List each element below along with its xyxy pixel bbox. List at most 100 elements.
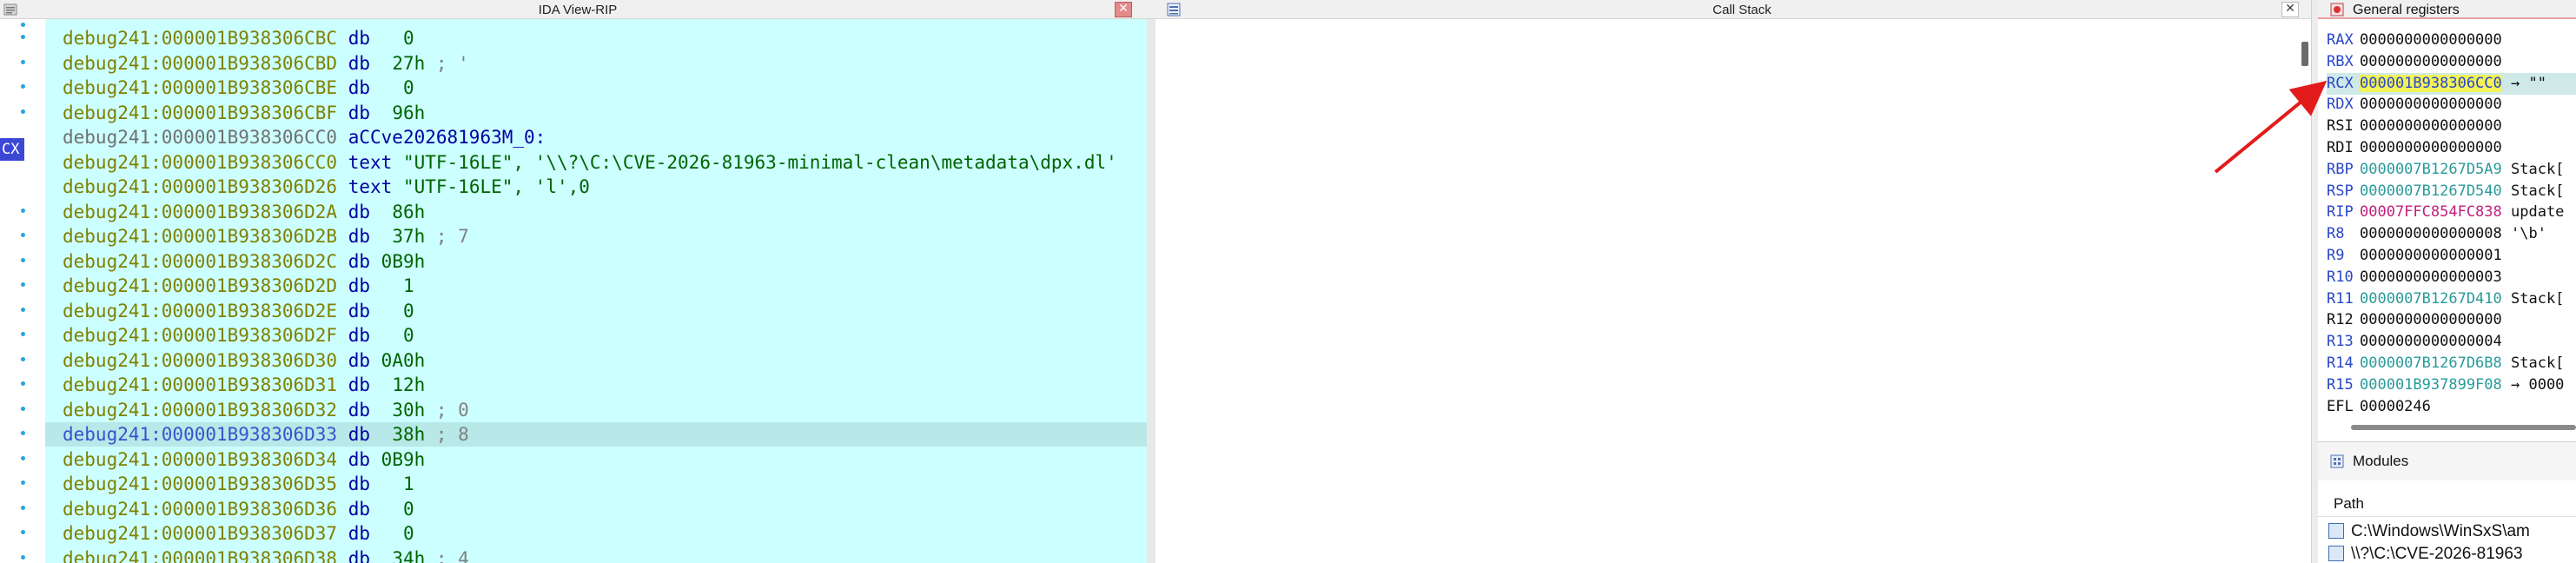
disassembly-line[interactable]: debug241:000001B938306D36 db 0 bbox=[45, 497, 1156, 521]
line-address[interactable]: debug241:000001B938306D30 bbox=[63, 350, 337, 371]
register-value[interactable]: 00000246 bbox=[2360, 398, 2431, 415]
line-address[interactable]: debug241:000001B938306D2D bbox=[63, 275, 337, 296]
line-address[interactable]: debug241:000001B938306D37 bbox=[63, 523, 337, 544]
register-value[interactable]: 0000000000000008 bbox=[2360, 225, 2502, 242]
breakpoint-dot-icon[interactable] bbox=[21, 381, 25, 386]
breakpoint-dot-icon[interactable] bbox=[21, 332, 25, 336]
line-address[interactable]: debug241:000001B938306CC0 bbox=[63, 152, 337, 173]
disassembly-line[interactable]: debug241:000001B938306CC0 text "UTF-16LE… bbox=[45, 150, 1156, 175]
register-row-r9[interactable]: R9 0000000000000001 bbox=[2327, 245, 2576, 267]
register-value[interactable]: 0000007B1267D540 bbox=[2360, 182, 2502, 200]
register-value[interactable]: 0000000000000000 bbox=[2360, 311, 2502, 328]
register-value[interactable]: 0000000000000000 bbox=[2360, 96, 2502, 113]
register-row-rdi[interactable]: RDI 0000000000000000 bbox=[2327, 137, 2576, 159]
module-row[interactable]: \\?\C:\CVE-2026-81963 bbox=[2328, 545, 2576, 563]
breakpoint-dot-icon[interactable] bbox=[21, 406, 25, 411]
line-address[interactable]: debug241:000001B938306D34 bbox=[63, 449, 337, 470]
register-row-r8[interactable]: R8 0000000000000008 '\b' bbox=[2327, 223, 2576, 245]
disassembly-line[interactable]: debug241:000001B938306D2A db 86h bbox=[45, 200, 1156, 224]
register-row-r14[interactable]: R14 0000007B1267D6B8 Stack[ bbox=[2327, 353, 2576, 374]
disassembly-line[interactable]: debug241:000001B938306CBC db 0 bbox=[45, 26, 1156, 50]
ida-view-titlebar[interactable]: IDA View-RIP ✕ bbox=[0, 0, 1156, 19]
panel-splitter[interactable] bbox=[1147, 19, 1156, 563]
line-address[interactable]: debug241:000001B938306CC0 bbox=[63, 127, 337, 148]
breakpoint-dot-icon[interactable] bbox=[21, 431, 25, 435]
register-row-rbp[interactable]: RBP 0000007B1267D5A9 Stack[ bbox=[2327, 159, 2576, 181]
line-address[interactable]: debug241:000001B938306D33 bbox=[63, 424, 337, 445]
disassembly-line[interactable]: debug241:000001B938306D37 db 0 bbox=[45, 521, 1156, 546]
register-row-rsi[interactable]: RSI 0000000000000000 bbox=[2327, 116, 2576, 137]
line-address[interactable]: debug241:000001B938306CBC bbox=[63, 28, 337, 49]
breakpoint-dot-icon[interactable] bbox=[21, 23, 25, 27]
breakpoint-dot-icon[interactable] bbox=[21, 257, 25, 262]
disassembly-line[interactable]: debug241:000001B938306D34 db 0B9h bbox=[45, 447, 1156, 472]
disassembly-line[interactable]: debug241:000001B938306CBE db 0 bbox=[45, 76, 1156, 100]
ida-view-close-button[interactable]: ✕ bbox=[1115, 2, 1132, 17]
register-row-r15[interactable]: R15 000001B937899F08 → 0000 bbox=[2327, 374, 2576, 396]
breakpoint-dot-icon[interactable] bbox=[21, 208, 25, 213]
breakpoint-gutter[interactable] bbox=[0, 19, 43, 563]
register-value[interactable]: 00007FFC854FC838 bbox=[2360, 203, 2502, 221]
register-row-r10[interactable]: R10 0000000000000003 bbox=[2327, 267, 2576, 288]
module-row[interactable]: C:\Windows\WinSxS\am bbox=[2328, 522, 2576, 545]
disassembly-line[interactable]: debug241:000001B938306D32 db 30h ; 0 bbox=[45, 398, 1156, 422]
registers-hscrollbar[interactable] bbox=[2351, 425, 2576, 430]
breakpoint-dot-icon[interactable] bbox=[21, 505, 25, 510]
modules-titlebar[interactable]: Modules bbox=[2318, 442, 2576, 480]
breakpoint-dot-icon[interactable] bbox=[21, 233, 25, 237]
disassembly-line[interactable]: debug241:000001B938306CC0 aCCve202681963… bbox=[45, 125, 1156, 149]
breakpoint-dot-icon[interactable] bbox=[21, 356, 25, 361]
register-value[interactable]: 0000000000000000 bbox=[2360, 53, 2502, 70]
line-address[interactable]: debug241:000001B938306D2A bbox=[63, 202, 337, 222]
register-value[interactable]: 0000007B1267D6B8 bbox=[2360, 354, 2502, 372]
line-address[interactable]: debug241:000001B938306CBE bbox=[63, 77, 337, 98]
breakpoint-dot-icon[interactable] bbox=[21, 307, 25, 312]
register-value[interactable]: 0000000000000001 bbox=[2360, 247, 2502, 264]
breakpoint-dot-icon[interactable] bbox=[21, 455, 25, 460]
data-label[interactable]: aCCve202681963M_0: bbox=[348, 127, 546, 148]
register-row-rcx[interactable]: RCX 000001B938306CC0 → "" bbox=[2327, 72, 2576, 95]
register-value[interactable]: 000001B937899F08 bbox=[2360, 376, 2502, 394]
line-address[interactable]: debug241:000001B938306D31 bbox=[63, 374, 337, 395]
breakpoint-dot-icon[interactable] bbox=[21, 480, 25, 485]
line-address[interactable]: debug241:000001B938306D32 bbox=[63, 400, 337, 421]
line-address[interactable]: debug241:000001B938306CBD bbox=[63, 53, 337, 74]
disassembly-line[interactable]: debug241:000001B938306D2C db 0B9h bbox=[45, 249, 1156, 274]
breakpoint-dot-icon[interactable] bbox=[21, 59, 25, 64]
call-stack-titlebar[interactable]: Call Stack ✕ bbox=[1156, 0, 2328, 19]
disassembly-line[interactable]: debug241:000001B938306D26 text "UTF-16LE… bbox=[45, 175, 1156, 199]
register-row-r12[interactable]: R12 0000000000000000 bbox=[2327, 309, 2576, 331]
modules-column-header-path[interactable]: Path bbox=[2318, 491, 2576, 517]
disassembly-line[interactable]: debug241:000001B938306D2D db 1 bbox=[45, 274, 1156, 298]
disassembly-line[interactable]: debug241:000001B938306D31 db 12h bbox=[45, 373, 1156, 397]
register-row-rax[interactable]: RAX 0000000000000000 bbox=[2327, 30, 2576, 51]
breakpoint-dot-icon[interactable] bbox=[21, 84, 25, 89]
register-row-rbx[interactable]: RBX 0000000000000000 bbox=[2327, 51, 2576, 73]
register-row-rdx[interactable]: RDX 0000000000000000 bbox=[2327, 94, 2576, 116]
current-instruction-line[interactable]: debug241:000001B938306D33 db 38h ; 8 bbox=[45, 422, 1156, 447]
breakpoint-dot-icon[interactable] bbox=[21, 282, 25, 287]
register-row-r11[interactable]: R11 0000007B1267D410 Stack[ bbox=[2327, 288, 2576, 310]
register-value[interactable]: 0000007B1267D410 bbox=[2360, 290, 2502, 308]
register-value[interactable]: 000001B938306CC0 bbox=[2360, 74, 2502, 92]
register-row-r13[interactable]: R13 0000000000000004 bbox=[2327, 331, 2576, 353]
register-value[interactable]: 0000000000000004 bbox=[2360, 333, 2502, 350]
registers-titlebar[interactable]: General registers bbox=[2318, 0, 2576, 19]
breakpoint-dot-icon[interactable] bbox=[21, 109, 25, 114]
disassembly-line[interactable]: debug241:000001B938306D2E db 0 bbox=[45, 299, 1156, 323]
register-row-rip[interactable]: RIP 00007FFC854FC838 update bbox=[2327, 202, 2576, 223]
breakpoint-dot-icon[interactable] bbox=[21, 554, 25, 560]
register-value[interactable]: 0000000000000000 bbox=[2360, 31, 2502, 49]
disassembly-line[interactable]: debug241:000001B938306CBD db 27h ; ' bbox=[45, 51, 1156, 76]
disassembly-line[interactable]: debug241:000001B938306D30 db 0A0h bbox=[45, 348, 1156, 373]
register-value[interactable]: 0000007B1267D5A9 bbox=[2360, 161, 2502, 178]
right-dock-separator[interactable] bbox=[2311, 0, 2318, 563]
line-address[interactable]: debug241:000001B938306D2F bbox=[63, 325, 337, 346]
breakpoint-dot-icon[interactable] bbox=[21, 35, 25, 39]
disassembly-listing[interactable]: debug241:000001B938306CBC db 0 debug241:0… bbox=[45, 19, 1156, 563]
call-stack-close-button[interactable]: ✕ bbox=[2281, 2, 2299, 17]
disassembly-line[interactable]: debug241:000001B938306D35 db 1 bbox=[45, 472, 1156, 496]
register-row-rsp[interactable]: RSP 0000007B1267D540 Stack[ bbox=[2327, 181, 2576, 202]
disassembly-line[interactable]: debug241:000001B938306D2B db 37h ; 7 bbox=[45, 224, 1156, 248]
disassembly-line[interactable]: debug241:000001B938306D38 db 34h ; 4 bbox=[45, 546, 1156, 563]
